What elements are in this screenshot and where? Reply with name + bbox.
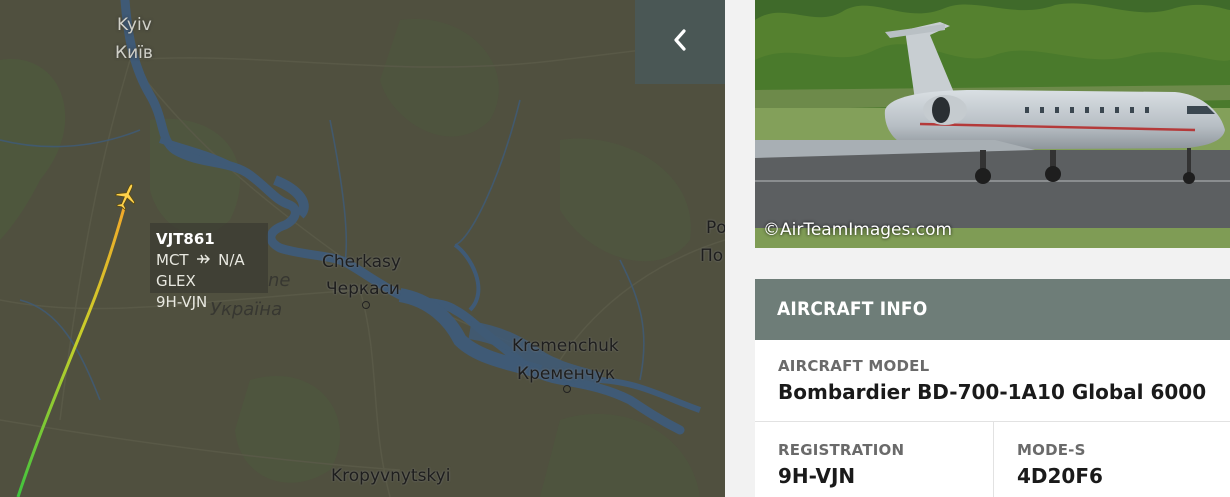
city-label-cherkasy: Cherkasy	[322, 252, 401, 272]
airplane-icon	[114, 183, 138, 216]
city-label-kyiv: Kyiv	[117, 15, 152, 35]
map-terrain	[0, 0, 725, 497]
flight-route: MCT N/A	[156, 250, 262, 271]
region-label-ukraine-partial: ne	[268, 270, 291, 291]
arrow-plane-icon	[196, 250, 211, 271]
city-label-cherkasy-uk: Черкаси	[326, 279, 400, 299]
flight-callsign: VJT861	[156, 230, 215, 248]
flight-aircraft-code: GLEX	[156, 272, 196, 290]
aircraft-photo[interactable]: ©AirTeamImages.com	[755, 0, 1230, 248]
flight-aircraft: GLEX 9H-VJN	[156, 271, 262, 313]
aircraft-model-row: AIRCRAFT MODEL Bombardier BD-700-1A10 Gl…	[755, 340, 1230, 422]
city-label-edge-2: По	[700, 246, 724, 266]
city-label-kyiv-uk: Київ	[115, 43, 153, 63]
aircraft-model-value: Bombardier BD-700-1A10 Global 6000	[778, 380, 1207, 404]
city-label-kropyvnytskyi: Kropyvnytskyi	[331, 466, 451, 486]
registration-cell: REGISTRATION 9H-VJN	[755, 422, 994, 497]
registration-label: REGISTRATION	[778, 441, 905, 459]
aircraft-panel: ©AirTeamImages.com AIRCRAFT INFO AIRCRAF…	[725, 0, 1230, 497]
flight-tracker-view: Kyiv Київ Cherkasy Черкаси Kremenchuk Кр…	[0, 0, 1230, 497]
mode-s-value: 4D20F6	[1017, 464, 1103, 488]
mode-s-cell: MODE-S 4D20F6	[994, 422, 1230, 497]
aircraft-photo-image	[755, 0, 1230, 248]
city-label-kremenchuk-uk: Кременчук	[517, 364, 616, 384]
photo-credit[interactable]: ©AirTeamImages.com	[763, 220, 952, 240]
aircraft-model-label: AIRCRAFT MODEL	[778, 357, 930, 375]
flight-origin: MCT	[156, 251, 189, 269]
aircraft-info-header[interactable]: AIRCRAFT INFO	[755, 279, 1230, 340]
flight-label[interactable]: VJT861 MCT N/A GLEX 9H-VJN	[150, 223, 268, 311]
city-label-edge-1: Ро	[706, 218, 725, 238]
city-dot-cherkasy	[362, 301, 370, 309]
registration-value: 9H-VJN	[778, 464, 856, 488]
mode-s-label: MODE-S	[1017, 441, 1086, 459]
city-label-kremenchuk: Kremenchuk	[512, 336, 619, 356]
city-dot-kremenchuk	[563, 385, 571, 393]
chevron-left-icon	[672, 28, 688, 57]
aircraft-info-box: AIRCRAFT MODEL Bombardier BD-700-1A10 Gl…	[755, 340, 1230, 497]
aircraft-marker[interactable]	[114, 182, 138, 212]
collapse-panel-button[interactable]	[635, 0, 725, 84]
map-view[interactable]: Kyiv Київ Cherkasy Черкаси Kremenchuk Кр…	[0, 0, 725, 497]
flight-registration: 9H-VJN	[156, 293, 208, 311]
flight-destination: N/A	[218, 251, 245, 269]
